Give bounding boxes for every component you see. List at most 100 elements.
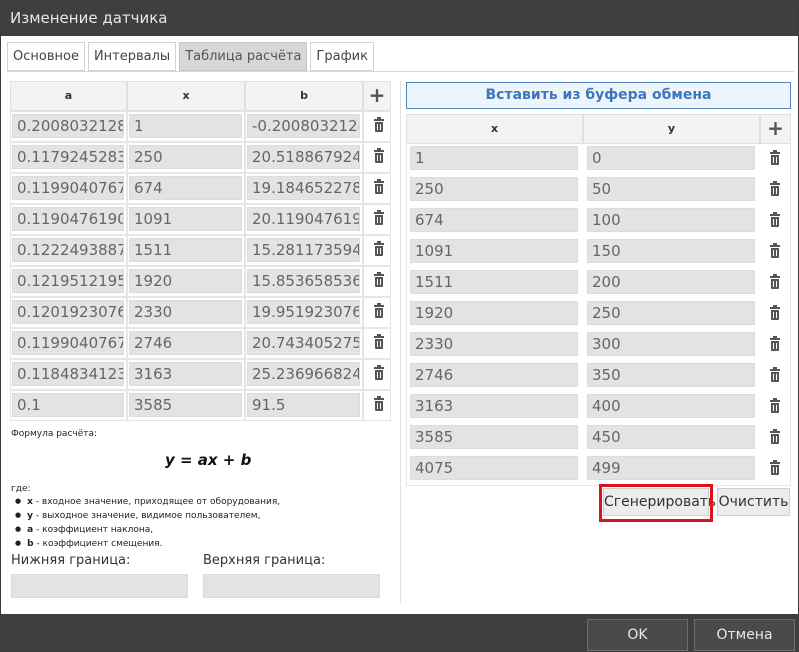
point-y-input[interactable]: 250 xyxy=(587,301,755,325)
point-x-input[interactable]: 1920 xyxy=(410,301,578,325)
coef-b-input[interactable]: 91.5 xyxy=(247,393,360,417)
window-title: Изменение датчика xyxy=(1,1,798,36)
add-row-right-icon[interactable]: + xyxy=(760,114,791,144)
coef-a-input[interactable]: 0.1222493887 xyxy=(12,238,124,262)
trash-icon[interactable] xyxy=(372,241,386,257)
trash-icon[interactable] xyxy=(372,148,386,164)
coef-b-input[interactable]: -0.2008032128 xyxy=(247,114,360,138)
coef-b-input[interactable]: 19.184652278 xyxy=(247,176,360,200)
point-x-input[interactable]: 4075 xyxy=(410,456,578,480)
point-y-input[interactable]: 450 xyxy=(587,425,755,449)
trash-icon[interactable] xyxy=(768,150,782,166)
trash-icon[interactable] xyxy=(768,305,782,321)
point-y-input[interactable]: 499 xyxy=(587,456,755,480)
point-x-input[interactable]: 3585 xyxy=(410,425,578,449)
legend-item-a: a - коэффициент наклона, xyxy=(15,523,280,537)
legend-item-y: y - выходное значение, видимое пользоват… xyxy=(15,509,280,523)
legend-item-b: b - коэффициент смещения. xyxy=(15,537,280,551)
coef-b-input[interactable]: 15.281173594 xyxy=(247,238,360,262)
point-y-input[interactable]: 300 xyxy=(587,332,755,356)
coef-b-input[interactable]: 25.236966824 xyxy=(247,362,360,386)
formula-where: где: xyxy=(11,484,31,494)
trash-icon[interactable] xyxy=(372,334,386,350)
trash-icon[interactable] xyxy=(768,336,782,352)
coef-x-input[interactable]: 3163 xyxy=(129,362,242,386)
point-y-input[interactable]: 0 xyxy=(587,146,755,170)
point-y-input[interactable]: 350 xyxy=(587,363,755,387)
trash-icon[interactable] xyxy=(372,179,386,195)
legend-item-x: x - входное значение, приходящее от обор… xyxy=(15,495,280,509)
upper-bound-label: Верхняя граница: xyxy=(203,553,326,568)
trash-icon[interactable] xyxy=(768,274,782,290)
coef-x-input[interactable]: 3585 xyxy=(129,393,242,417)
point-x-input[interactable]: 2746 xyxy=(410,363,578,387)
trash-icon[interactable] xyxy=(372,272,386,288)
point-x-input[interactable]: 250 xyxy=(410,177,578,201)
coef-a-input[interactable]: 0.1190476190 xyxy=(12,207,124,231)
point-y-input[interactable]: 150 xyxy=(587,239,755,263)
coef-a-input[interactable]: 0.1201923076 xyxy=(12,300,124,324)
coef-a-input[interactable]: 0.1184834123 xyxy=(12,362,124,386)
coef-x-input[interactable]: 1 xyxy=(129,114,242,138)
trash-icon[interactable] xyxy=(372,210,386,226)
trash-icon[interactable] xyxy=(372,117,386,133)
point-y-input[interactable]: 50 xyxy=(587,177,755,201)
cancel-button[interactable]: Отмена xyxy=(694,619,795,651)
add-row-left-icon[interactable]: + xyxy=(363,81,391,111)
coef-b-input[interactable]: 19.951923076 xyxy=(247,300,360,324)
point-x-input[interactable]: 1 xyxy=(410,146,578,170)
trash-icon[interactable] xyxy=(372,396,386,412)
trash-icon[interactable] xyxy=(372,303,386,319)
coef-b-input[interactable]: 20.743405275 xyxy=(247,331,360,355)
coef-a-input[interactable]: 0.1219512195 xyxy=(12,269,124,293)
paste-from-clipboard-button[interactable]: Вставить из буфера обмена xyxy=(406,82,791,109)
coef-b-input[interactable]: 20.518867924 xyxy=(247,145,360,169)
coef-x-input[interactable]: 1511 xyxy=(129,238,242,262)
upper-bound-input[interactable] xyxy=(203,574,380,598)
point-x-input[interactable]: 1091 xyxy=(410,239,578,263)
tab-chart[interactable]: График xyxy=(310,42,374,71)
tab-intervals[interactable]: Интервалы xyxy=(87,42,177,71)
generate-highlight xyxy=(599,484,713,522)
trash-icon[interactable] xyxy=(768,367,782,383)
tab-calculation-table[interactable]: Таблица расчёта xyxy=(179,42,308,71)
point-x-input[interactable]: 674 xyxy=(410,208,578,232)
point-y-input[interactable]: 400 xyxy=(587,394,755,418)
point-y-input[interactable]: 100 xyxy=(587,208,755,232)
coef-a-input[interactable]: 0.1199040767 xyxy=(12,331,124,355)
coef-x-input[interactable]: 1091 xyxy=(129,207,242,231)
coef-x-input[interactable]: 674 xyxy=(129,176,242,200)
trash-icon[interactable] xyxy=(768,460,782,476)
formula-label: Формула расчёта: xyxy=(11,429,98,439)
ok-button[interactable]: OK xyxy=(587,619,688,651)
coef-a-input[interactable]: 0.1179245283 xyxy=(12,145,124,169)
point-x-input[interactable]: 2330 xyxy=(410,332,578,356)
tab-main[interactable]: Основное xyxy=(7,42,85,71)
trash-icon[interactable] xyxy=(768,243,782,259)
clear-button[interactable]: Очистить xyxy=(717,488,790,516)
column-header-x: x xyxy=(127,81,245,111)
lower-bound-input[interactable] xyxy=(11,574,188,598)
point-x-input[interactable]: 1511 xyxy=(410,270,578,294)
coef-a-input[interactable]: 0.2008032128 xyxy=(12,114,124,138)
trash-icon[interactable] xyxy=(768,212,782,228)
trash-icon[interactable] xyxy=(372,365,386,381)
coef-x-input[interactable]: 250 xyxy=(129,145,242,169)
coef-b-input[interactable]: 20.119047619 xyxy=(247,207,360,231)
sensor-edit-dialog: Изменение датчика Основное Интервалы Таб… xyxy=(0,0,799,652)
coef-b-input[interactable]: 15.853658536 xyxy=(247,269,360,293)
trash-icon[interactable] xyxy=(768,398,782,414)
column-header-y: y xyxy=(583,114,760,144)
coef-x-input[interactable]: 1920 xyxy=(129,269,242,293)
coef-a-input[interactable]: 0.1199040767 xyxy=(12,176,124,200)
point-x-input[interactable]: 3163 xyxy=(410,394,578,418)
column-header-x-right: x xyxy=(406,114,583,144)
panel-divider xyxy=(400,81,401,603)
trash-icon[interactable] xyxy=(768,181,782,197)
tab-underline xyxy=(7,71,794,72)
point-y-input[interactable]: 200 xyxy=(587,270,755,294)
coef-x-input[interactable]: 2330 xyxy=(129,300,242,324)
trash-icon[interactable] xyxy=(768,429,782,445)
coef-x-input[interactable]: 2746 xyxy=(129,331,242,355)
coef-a-input[interactable]: 0.1 xyxy=(12,393,124,417)
